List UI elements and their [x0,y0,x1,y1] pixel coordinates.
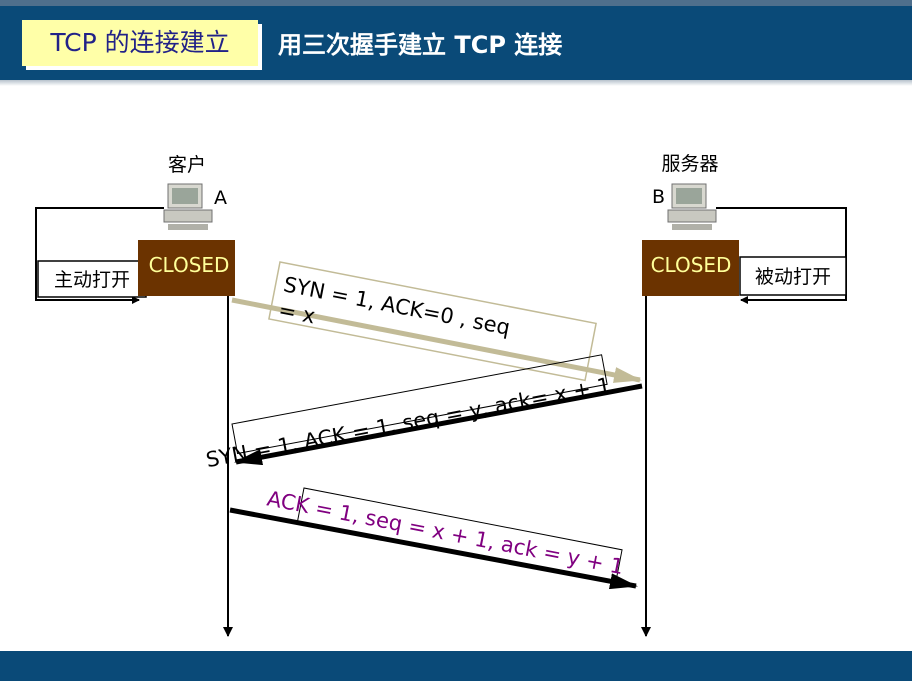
computer-icon [667,183,717,230]
server-label: 服务器 [661,153,718,175]
server-state-label: CLOSED [651,253,732,277]
ack-label-group: ACK = 1, seq = x + 1, ack = y + 1 [265,486,626,584]
ack-label: ACK = 1, seq = x + 1, ack = y + 1 [265,486,625,579]
client-state-label: CLOSED [149,253,230,277]
computer-icon [163,183,213,230]
footer-bar [0,651,912,681]
client-letter: A [214,187,227,209]
syn-ack-label-group: SYN = 1, ACK = 1, seq = y, ack= x + 1 [204,354,613,472]
server-letter: B [652,186,665,208]
syn-ack-label: SYN = 1, ACK = 1, seq = y, ack= x + 1 [204,373,613,472]
syn-label-line2: = x [277,298,318,329]
handshake-diagram: 客户 A 服务器 B 主动打开 被动打开 CLOSED CLOSED SYN =… [35,153,847,637]
client-label: 客户 [168,154,206,176]
server-open-label: 被动打开 [755,266,831,288]
client-open-label: 主动打开 [54,269,130,291]
